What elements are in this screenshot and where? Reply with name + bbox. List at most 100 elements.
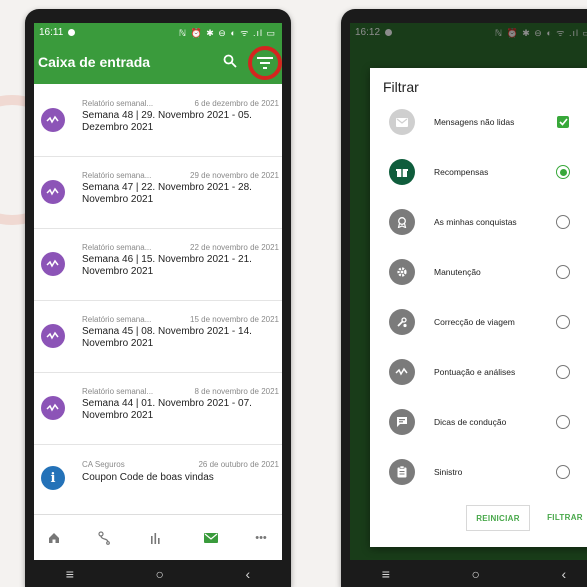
option-label: Correcção de viagem — [434, 317, 515, 327]
status-bar: 16:11 ℕ ⏰ ✱ ⊖ ◐ ᯤ .ıl ▭ — [34, 23, 282, 42]
reset-button[interactable]: REINICIAR — [466, 505, 530, 531]
option-maintenance[interactable]: Manutenção — [370, 248, 587, 298]
option-label: As minhas conquistas — [434, 217, 517, 227]
notification-dot-icon — [68, 29, 76, 36]
option-label: Pontuação e análises — [434, 367, 516, 377]
row-date: 8 de novembro de 2021 — [194, 387, 279, 396]
inbox-row-1[interactable]: Relatório semanal... 6 de dezembro de 20… — [34, 84, 282, 157]
option-label: Sinistro — [434, 467, 463, 477]
inbox-screen: 16:11 ℕ ⏰ ✱ ⊖ ◐ ᯤ .ıl ▭ Caixa de entrada — [34, 23, 282, 560]
row-title: Semana 44 | 01. Novembro 2021 - 07. Nove… — [82, 398, 252, 421]
row-title: Coupon Code de boas vindas — [82, 472, 214, 483]
bottom-navigation: ••• — [34, 514, 282, 560]
row-date: 15 de novembro de 2021 — [190, 315, 279, 324]
unread-checkbox[interactable] — [557, 116, 569, 128]
row-title: Semana 47 | 22. Novembro 2021 - 28. Nove… — [82, 182, 252, 205]
back-icon[interactable]: ‹ — [246, 566, 251, 582]
phone-inbox: 16:11 ℕ ⏰ ✱ ⊖ ◐ ᯤ .ıl ▭ Caixa de entrada — [25, 9, 291, 587]
more-icon: ••• — [255, 532, 267, 544]
filter-dialog: Filtrar Mensagens não lidas Recompensas — [370, 68, 587, 547]
status-icons: ℕ ⏰ ✱ ⊖ ◐ ᯤ .ıl ▭ — [178, 28, 276, 38]
nav-trips[interactable] — [92, 527, 116, 549]
option-rewards[interactable]: Recompensas — [370, 148, 587, 198]
gear-icon — [389, 259, 415, 285]
row-title: Semana 45 | 08. Novembro 2021 - 14. Nove… — [82, 326, 252, 349]
trips-icon — [98, 531, 110, 545]
system-navigation: ≡ ○ ‹ — [25, 560, 291, 587]
score-icon — [41, 324, 65, 348]
row-date: 6 de dezembro de 2021 — [194, 99, 279, 108]
nav-more[interactable]: ••• — [249, 527, 273, 549]
option-trip-correction[interactable]: Correcção de viagem — [370, 298, 587, 348]
menu-icon[interactable]: ≡ — [66, 566, 74, 582]
option-claim[interactable]: Sinistro — [370, 448, 587, 498]
stats-icon — [151, 533, 160, 544]
back-icon[interactable]: ‹ — [562, 566, 567, 582]
score-icon — [41, 108, 65, 132]
search-icon[interactable] — [223, 54, 237, 68]
maintenance-radio[interactable] — [556, 265, 570, 279]
status-time: 16:11 — [39, 27, 64, 38]
driving-tips-radio[interactable] — [556, 415, 570, 429]
inbox-row-4[interactable]: Relatório semana... 15 de novembro de 20… — [34, 300, 282, 373]
row-title: Semana 46 | 15. Novembro 2021 - 21. Nove… — [82, 254, 252, 277]
row-category: Relatório semanal... — [82, 387, 154, 396]
score-icon — [41, 180, 65, 204]
checkmark-icon — [558, 118, 568, 126]
row-date: 26 de outubro de 2021 — [198, 460, 279, 469]
row-category: Relatório semana... — [82, 171, 152, 180]
inbox-row-5[interactable]: Relatório semanal... 8 de novembro de 20… — [34, 372, 282, 445]
menu-icon[interactable]: ≡ — [382, 566, 390, 582]
wrench-icon — [389, 309, 415, 335]
mail-icon — [389, 109, 415, 135]
nav-inbox[interactable] — [199, 527, 223, 549]
scoring-radio[interactable] — [556, 365, 570, 379]
row-category: CA Seguros — [82, 460, 125, 469]
row-date: 29 de novembro de 2021 — [190, 171, 279, 180]
trip-correction-radio[interactable] — [556, 315, 570, 329]
gift-icon — [389, 159, 415, 185]
row-category: Relatório semana... — [82, 315, 152, 324]
mail-icon — [204, 533, 218, 543]
phone-filter: 16:12 ℕ ⏰ ✱ ⊖ ◐ ᯤ .ıl ▭ Filtrar Mensagen… — [341, 9, 587, 587]
app-bar: Caixa de entrada — [34, 42, 282, 84]
inbox-row-3[interactable]: Relatório semana... 22 de novembro de 20… — [34, 228, 282, 301]
info-icon: i — [41, 466, 65, 490]
filter-list-icon — [257, 57, 273, 69]
home-icon — [49, 533, 59, 543]
claim-radio[interactable] — [556, 465, 570, 479]
inbox-row-6[interactable]: i CA Seguros 26 de outubro de 2021 Coupo… — [34, 444, 282, 514]
filter-screen: 16:12 ℕ ⏰ ✱ ⊖ ◐ ᯤ .ıl ▭ Filtrar Mensagen… — [350, 23, 587, 560]
option-label: Dicas de condução — [434, 417, 507, 427]
inbox-row-2[interactable]: Relatório semana... 29 de novembro de 20… — [34, 156, 282, 229]
rewards-radio[interactable] — [556, 165, 570, 179]
row-date: 22 de novembro de 2021 — [190, 243, 279, 252]
home-button-icon[interactable]: ○ — [472, 566, 480, 582]
score-icon — [41, 252, 65, 276]
row-category: Relatório semanal... — [82, 99, 154, 108]
nav-stats[interactable] — [144, 527, 168, 549]
score-icon — [41, 396, 65, 420]
option-label: Recompensas — [434, 167, 489, 177]
option-driving-tips[interactable]: Dicas de condução — [370, 398, 587, 448]
dialog-title: Filtrar — [383, 79, 419, 95]
chat-icon — [389, 409, 415, 435]
option-unread[interactable]: Mensagens não lidas — [370, 98, 587, 148]
option-achievements[interactable]: As minhas conquistas — [370, 198, 587, 248]
score-icon — [389, 359, 415, 385]
apply-filter-button[interactable]: FILTRAR — [536, 505, 587, 529]
home-button-icon[interactable]: ○ — [156, 566, 164, 582]
filter-button[interactable] — [248, 46, 282, 80]
option-label: Manutenção — [434, 267, 481, 277]
clipboard-icon — [389, 459, 415, 485]
system-navigation: ≡ ○ ‹ — [341, 560, 587, 587]
option-label: Mensagens não lidas — [434, 117, 515, 127]
page-title: Caixa de entrada — [38, 54, 151, 70]
award-icon — [389, 209, 415, 235]
nav-home[interactable] — [42, 527, 66, 549]
row-category: Relatório semana... — [82, 243, 152, 252]
achievements-radio[interactable] — [556, 215, 570, 229]
inbox-list[interactable]: Relatório semanal... 6 de dezembro de 20… — [34, 84, 282, 514]
option-scoring[interactable]: Pontuação e análises — [370, 348, 587, 398]
row-title: Semana 48 | 29. Novembro 2021 - 05. Deze… — [82, 110, 252, 133]
